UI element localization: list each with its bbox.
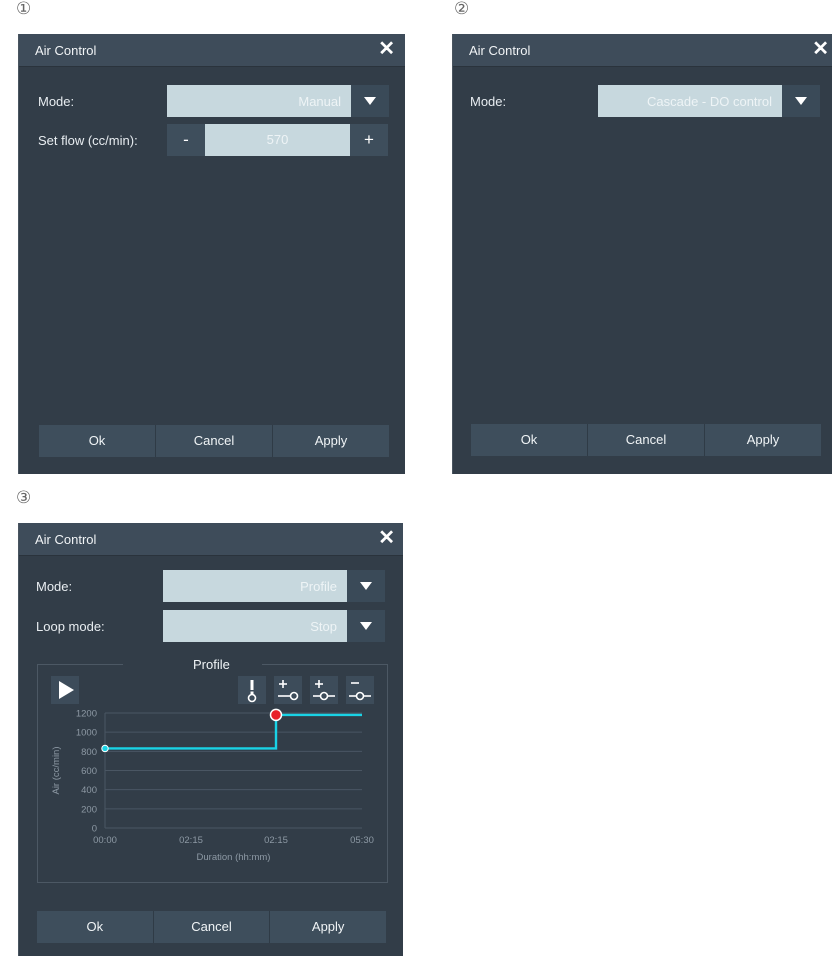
- dialog-title: Air Control: [35, 532, 97, 547]
- x-tick-label: 02:15: [264, 835, 288, 846]
- cancel-button[interactable]: Cancel: [588, 424, 705, 456]
- increment-button[interactable]: +: [350, 124, 388, 156]
- y-tick-label: 400: [81, 785, 97, 796]
- y-axis-label: Air (cc/min): [51, 746, 62, 794]
- dialog-title: Air Control: [469, 43, 531, 58]
- play-icon[interactable]: [51, 676, 79, 704]
- x-tick-label: 00:00: [93, 835, 117, 846]
- apply-button[interactable]: Apply: [270, 911, 387, 943]
- ok-button[interactable]: Ok: [37, 911, 154, 943]
- y-tick-label: 1200: [76, 709, 97, 720]
- x-tick-label: 02:15: [179, 835, 203, 846]
- remove-point-icon[interactable]: [346, 676, 374, 704]
- mode-select-value: Profile: [300, 579, 337, 594]
- profile-point-alert-icon[interactable]: [238, 676, 266, 704]
- mode-label: Mode:: [38, 94, 75, 109]
- close-icon[interactable]: ✕: [812, 38, 829, 60]
- x-tick-label: 05:30: [350, 835, 374, 846]
- ok-button[interactable]: Ok: [471, 424, 588, 456]
- profile-group-border-right: [262, 664, 387, 665]
- dialog-footer: Ok Cancel Apply: [39, 425, 389, 457]
- y-tick-label: 1000: [76, 728, 97, 739]
- set-flow-label: Set flow (cc/min):: [38, 133, 138, 148]
- insert-point-icon[interactable]: [310, 676, 338, 704]
- x-axis-label: Duration (hh:mm): [197, 852, 271, 863]
- chevron-down-icon[interactable]: [347, 570, 385, 602]
- y-tick-label: 600: [81, 766, 97, 777]
- mode-select-value: Cascade - DO control: [647, 94, 772, 109]
- dialog-titlebar: Air Control ✕: [453, 34, 832, 67]
- loop-mode-select-value: Stop: [310, 619, 337, 634]
- apply-button[interactable]: Apply: [705, 424, 821, 456]
- apply-button[interactable]: Apply: [273, 425, 389, 457]
- dialog-footer: Ok Cancel Apply: [471, 424, 821, 456]
- dialog-title: Air Control: [35, 43, 97, 58]
- air-control-dialog-manual: Air Control ✕ Mode: Manual Set flow (cc/…: [18, 34, 405, 474]
- decrement-button[interactable]: -: [167, 124, 205, 156]
- y-tick-label: 200: [81, 804, 97, 815]
- mode-label: Mode:: [470, 94, 507, 109]
- ok-button[interactable]: Ok: [39, 425, 156, 457]
- add-point-after-icon[interactable]: [274, 676, 302, 704]
- mode-select[interactable]: Profile: [163, 570, 385, 602]
- figure-marker-2: ②: [454, 0, 470, 19]
- profile-group-border-left: [37, 664, 123, 665]
- cancel-button[interactable]: Cancel: [156, 425, 273, 457]
- mode-select[interactable]: Cascade - DO control: [598, 85, 820, 117]
- loop-mode-label: Loop mode:: [36, 619, 105, 634]
- close-icon[interactable]: ✕: [378, 527, 395, 549]
- chevron-down-icon[interactable]: [351, 85, 389, 117]
- selected-point-marker: [269, 708, 283, 722]
- dialog-titlebar: Air Control ✕: [19, 34, 405, 67]
- cancel-button[interactable]: Cancel: [153, 911, 271, 943]
- y-tick-label: 0: [92, 824, 97, 835]
- dialog-titlebar: Air Control ✕: [19, 523, 403, 556]
- mode-select-value: Manual: [298, 94, 341, 109]
- flow-input[interactable]: 570: [205, 124, 350, 156]
- y-tick-label: 800: [81, 747, 97, 758]
- figure-marker-3: ③: [16, 488, 32, 508]
- chevron-down-icon[interactable]: [347, 610, 385, 642]
- air-control-dialog-profile: Air Control ✕ Mode: Profile Loop mode: S…: [18, 523, 403, 956]
- loop-mode-select[interactable]: Stop: [163, 610, 385, 642]
- profile-title: Profile: [193, 657, 230, 672]
- figure-marker-1: ①: [16, 0, 32, 19]
- close-icon[interactable]: ✕: [378, 38, 395, 60]
- profile-chart[interactable]: 0 200 400 600 800 1000 1200 00:00 02:15 02:15 05:3…: [19, 703, 403, 903]
- chevron-down-icon[interactable]: [782, 85, 820, 117]
- mode-select[interactable]: Manual: [167, 85, 389, 117]
- point-marker: [101, 744, 109, 753]
- mode-label: Mode:: [36, 579, 73, 594]
- dialog-footer: Ok Cancel Apply: [37, 911, 387, 943]
- air-control-dialog-cascade: Air Control ✕ Mode: Cascade - DO control…: [452, 34, 832, 474]
